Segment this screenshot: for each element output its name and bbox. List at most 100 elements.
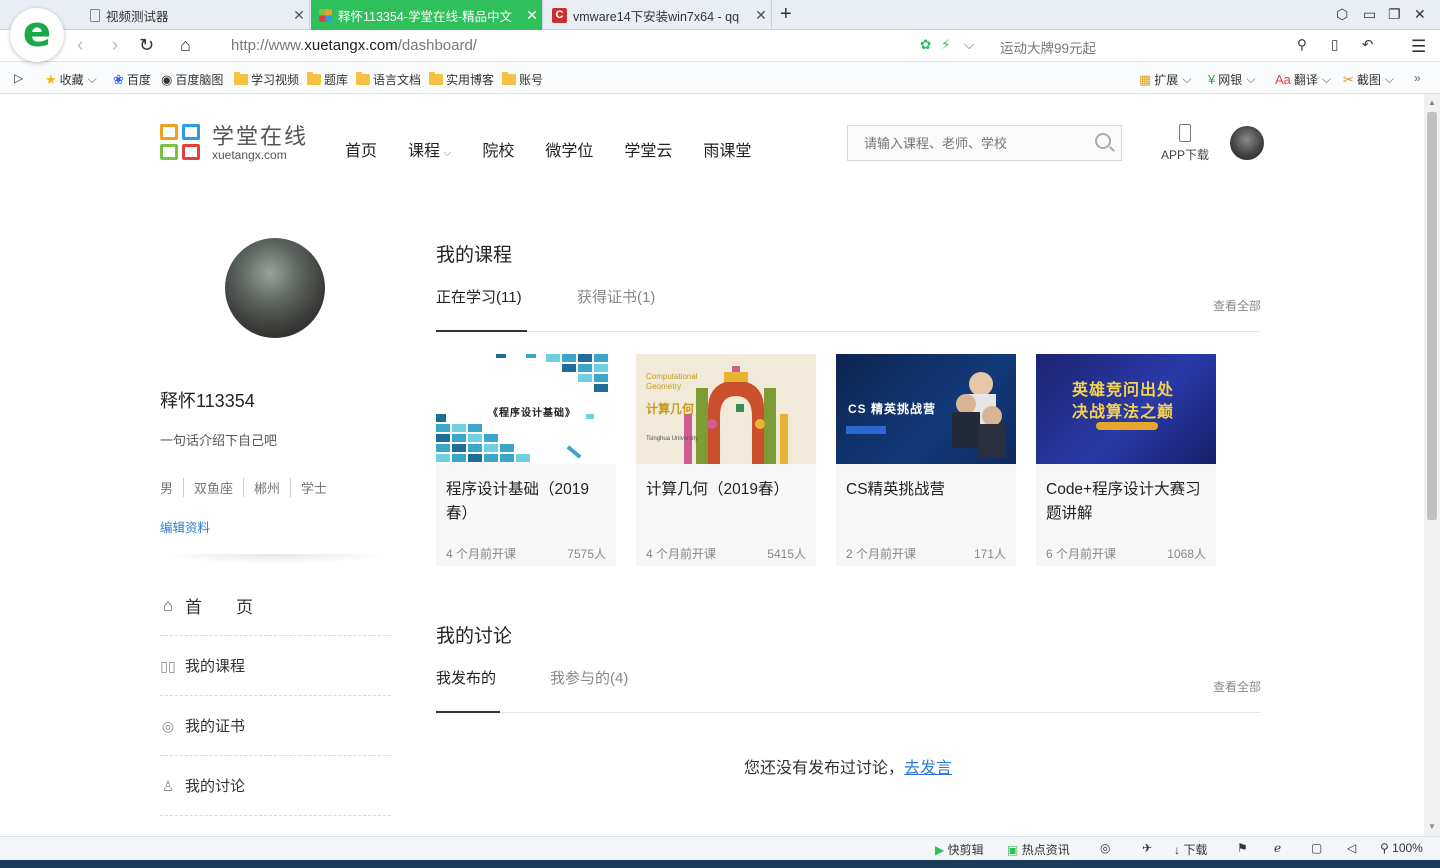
folder-icon <box>234 72 248 85</box>
search-icon[interactable]: ⚲ <box>1297 37 1307 53</box>
zoom-icon: ⚲ <box>1380 841 1389 855</box>
tab-participated[interactable]: 我参与的(4) <box>550 667 628 713</box>
main-nav: 首页 课程 ⌵ 院校 微学位 学堂云 雨课堂 <box>345 137 782 161</box>
more-icon[interactable]: » <box>1414 71 1421 85</box>
extensions-button[interactable]: ▦ 扩展 ⌵ <box>1139 71 1191 88</box>
forward-icon[interactable]: › <box>112 35 118 57</box>
translate-button[interactable]: Aa 翻译 ⌵ <box>1275 71 1331 88</box>
nav-micro-degree[interactable]: 微学位 <box>545 137 593 161</box>
browser-logo[interactable]: e <box>10 8 64 62</box>
course-start-time: 2 个月前开课 <box>846 547 917 561</box>
sidebar-toggle-icon[interactable]: ▷ <box>14 71 23 85</box>
zoom-control[interactable]: ⚲ 100% <box>1380 841 1423 855</box>
scroll-thumb[interactable] <box>1427 112 1437 520</box>
volume-icon[interactable]: ◁ <box>1347 841 1356 855</box>
book-icon: ▯▯ <box>160 657 176 674</box>
undo-icon[interactable]: ↶ <box>1362 37 1373 53</box>
dropdown-icon[interactable]: ⌵ <box>964 37 974 53</box>
course-card[interactable]: CS 精英挑战营 CS精英挑战营 2 个月前开课 171人 <box>836 354 1016 566</box>
nav-xuetang-cloud[interactable]: 学堂云 <box>624 137 672 161</box>
bookmark-baidu-naotu[interactable]: ◉ 百度脑图 <box>161 71 223 88</box>
bookmark-blogs[interactable]: 实用博客 <box>429 71 494 88</box>
nav-rain-classroom[interactable]: 雨课堂 <box>703 137 751 161</box>
profile-avatar[interactable] <box>225 238 325 338</box>
site-search <box>847 125 1122 161</box>
download-icon: ↓ <box>1174 843 1180 857</box>
side-item-home[interactable]: ⌂ 首 页 <box>160 576 391 636</box>
nav-schools[interactable]: 院校 <box>482 137 514 161</box>
close-icon[interactable]: ✕ <box>289 7 309 24</box>
tab-certificates[interactable]: 获得证书(1) <box>577 286 655 332</box>
side-item-my-discussions[interactable]: ♙ 我的讨论 <box>160 756 391 816</box>
menu-icon[interactable]: ☰ <box>1411 37 1426 57</box>
download-button[interactable]: ↓ 下载 <box>1174 841 1207 858</box>
refresh-icon[interactable]: ↻ <box>139 35 154 56</box>
course-title: 计算几何（2019春） <box>646 481 789 498</box>
browser-tab-video-tester[interactable]: 视频测试器 ✕ <box>82 0 310 30</box>
speed-icon[interactable]: ⚡ <box>941 37 950 53</box>
security-icon[interactable]: ✿ <box>920 37 931 53</box>
extension-icon: ▦ <box>1139 71 1152 87</box>
mobile-icon[interactable]: ▯ <box>1331 37 1338 53</box>
nav-home[interactable]: 首页 <box>345 137 377 161</box>
scroll-up-icon: ▲ <box>1428 98 1436 107</box>
tab-learning[interactable]: 正在学习(11) <box>436 286 527 332</box>
view-all-courses-link[interactable]: 查看全部 <box>1213 297 1261 314</box>
bookmark-favorites[interactable]: ★ 收藏 ⌵ <box>45 71 97 88</box>
accelerate-icon[interactable]: ◎ <box>1100 841 1110 855</box>
flag-icon[interactable]: ⚑ <box>1237 841 1248 855</box>
nav-courses[interactable]: 课程 ⌵ <box>408 137 451 161</box>
user-icon: ♙ <box>161 777 175 794</box>
tab-my-posts[interactable]: 我发布的 <box>436 667 500 713</box>
search-input[interactable] <box>848 126 1078 160</box>
course-cover: 《程序设计基础》 <box>436 354 616 464</box>
folder-icon <box>502 72 516 85</box>
quick-clip-button[interactable]: ▶ 快剪辑 <box>935 841 984 858</box>
course-students: 171人 <box>973 547 1006 561</box>
course-card[interactable]: 《程序设计基础》 程序设计基础（2019春） 4 个月前开课 7575人 <box>436 354 616 566</box>
minimize-icon[interactable]: ▭ <box>1363 6 1376 23</box>
hot-news-button[interactable]: ▣ 热点资讯 <box>1007 841 1070 858</box>
maximize-icon[interactable]: ❐ <box>1388 6 1401 23</box>
folder-icon <box>356 72 370 85</box>
close-icon[interactable]: ✕ <box>751 7 771 24</box>
screenshot-button[interactable]: ✂ 截图 ⌵ <box>1343 71 1394 88</box>
bookmark-question-bank[interactable]: 题库 <box>307 71 348 88</box>
home-icon[interactable]: ⌂ <box>180 35 191 56</box>
course-start-time: 6 个月前开课 <box>1046 547 1117 561</box>
scrollbar[interactable]: ▲ ▼ <box>1424 94 1440 836</box>
course-tabs: 正在学习(11) 获得证书(1) 查看全部 <box>436 286 1261 332</box>
avatar[interactable] <box>1230 126 1264 160</box>
side-item-my-certificates[interactable]: ◎ 我的证书 <box>160 696 391 756</box>
browser-tab-xuetangx[interactable]: 释怀113354-学堂在线-精品中文 ✕ <box>311 0 543 30</box>
skin-icon[interactable]: ⬡ <box>1336 6 1348 23</box>
course-cover: 英雄竞问出处 决战算法之巅 <box>1036 354 1216 464</box>
bookmark-accounts[interactable]: 账号 <box>502 71 543 88</box>
bio: 一句话介绍下自己吧 <box>160 433 278 448</box>
bank-button[interactable]: ¥ 网银 ⌵ <box>1208 71 1255 88</box>
bookmark-language-docs[interactable]: 语言文档 <box>356 71 421 88</box>
course-card[interactable]: Computational Geometry 计算几何 Tsinghua Uni… <box>636 354 816 566</box>
edit-profile-link[interactable]: 编辑资料 <box>160 517 210 536</box>
pin-icon[interactable]: ✈ <box>1142 841 1152 855</box>
bookmark-study-videos[interactable]: 学习视频 <box>234 71 299 88</box>
close-icon[interactable]: ✕ <box>522 7 542 24</box>
new-tab-button[interactable]: + <box>780 3 792 26</box>
side-item-my-courses[interactable]: ▯▯ 我的课程 <box>160 636 391 696</box>
view-all-discussions-link[interactable]: 查看全部 <box>1213 678 1261 695</box>
site-logo[interactable]: 学堂在线 xuetangx.com <box>160 124 308 164</box>
bookmark-baidu[interactable]: ❀ 百度 <box>113 71 151 88</box>
close-window-icon[interactable]: ✕ <box>1414 6 1426 23</box>
section-title-courses: 我的课程 <box>436 245 513 266</box>
back-icon[interactable]: ‹ <box>77 35 83 57</box>
ie-icon[interactable]: ℯ <box>1274 841 1281 855</box>
browser-tab-vmware[interactable]: C vmware14下安装win7x64 - qq ✕ <box>544 0 772 30</box>
app-download[interactable]: APP下载 <box>1160 124 1210 163</box>
post-link[interactable]: 去发言 <box>904 760 952 777</box>
course-card[interactable]: 英雄竞问出处 决战算法之巅 Code+程序设计大赛习题讲解 6 个月前开课 10… <box>1036 354 1216 566</box>
window-icon[interactable]: ▢ <box>1311 841 1322 855</box>
promo-text[interactable]: 运动大牌99元起 <box>1000 37 1096 57</box>
search-icon[interactable] <box>1095 133 1111 149</box>
url-field[interactable]: http://www.xuetangx.com/dashboard/ <box>231 37 477 54</box>
discussion-tabs: 我发布的 我参与的(4) 查看全部 <box>436 667 1261 713</box>
